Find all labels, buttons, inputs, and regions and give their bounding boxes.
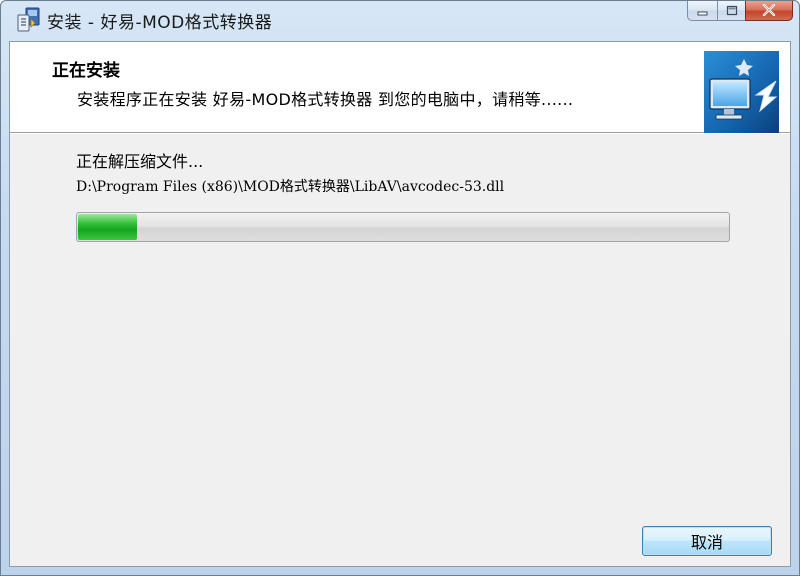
page-title: 正在安装	[52, 61, 120, 81]
page-subtitle: 安装程序正在安装 好易-MOD格式转换器 到您的电脑中，请稍等......	[77, 90, 574, 109]
status-action-text: 正在解压缩文件...	[76, 152, 204, 171]
wizard-header: 正在安装 安装程序正在安装 好易-MOD格式转换器 到您的电脑中，请稍等....…	[10, 42, 790, 133]
minimize-icon	[697, 1, 709, 20]
progress-fill	[78, 214, 137, 240]
wizard-client-area: 正在安装 安装程序正在安装 好易-MOD格式转换器 到您的电脑中，请稍等....…	[9, 41, 791, 567]
window-title: 安装 - 好易-MOD格式转换器	[47, 13, 273, 33]
installer-window: 安装 - 好易-MOD格式转换器 正在安装 安装程序正在安装 好易-MOD格式转…	[0, 0, 800, 576]
caption-buttons	[687, 1, 793, 23]
cancel-button[interactable]: 取消	[642, 526, 772, 556]
install-progress-bar	[76, 212, 730, 242]
maximize-button[interactable]	[717, 1, 745, 21]
title-bar[interactable]: 安装 - 好易-MOD格式转换器	[1, 1, 799, 41]
current-file-path: D:\Program Files (x86)\MOD格式转换器\LibAV\av…	[76, 179, 505, 195]
installer-app-icon[interactable]	[17, 7, 41, 33]
minimize-button[interactable]	[687, 1, 717, 21]
close-icon	[762, 1, 776, 20]
computer-install-arrow-icon	[704, 51, 779, 133]
maximize-icon	[726, 1, 738, 20]
close-button[interactable]	[745, 1, 793, 21]
